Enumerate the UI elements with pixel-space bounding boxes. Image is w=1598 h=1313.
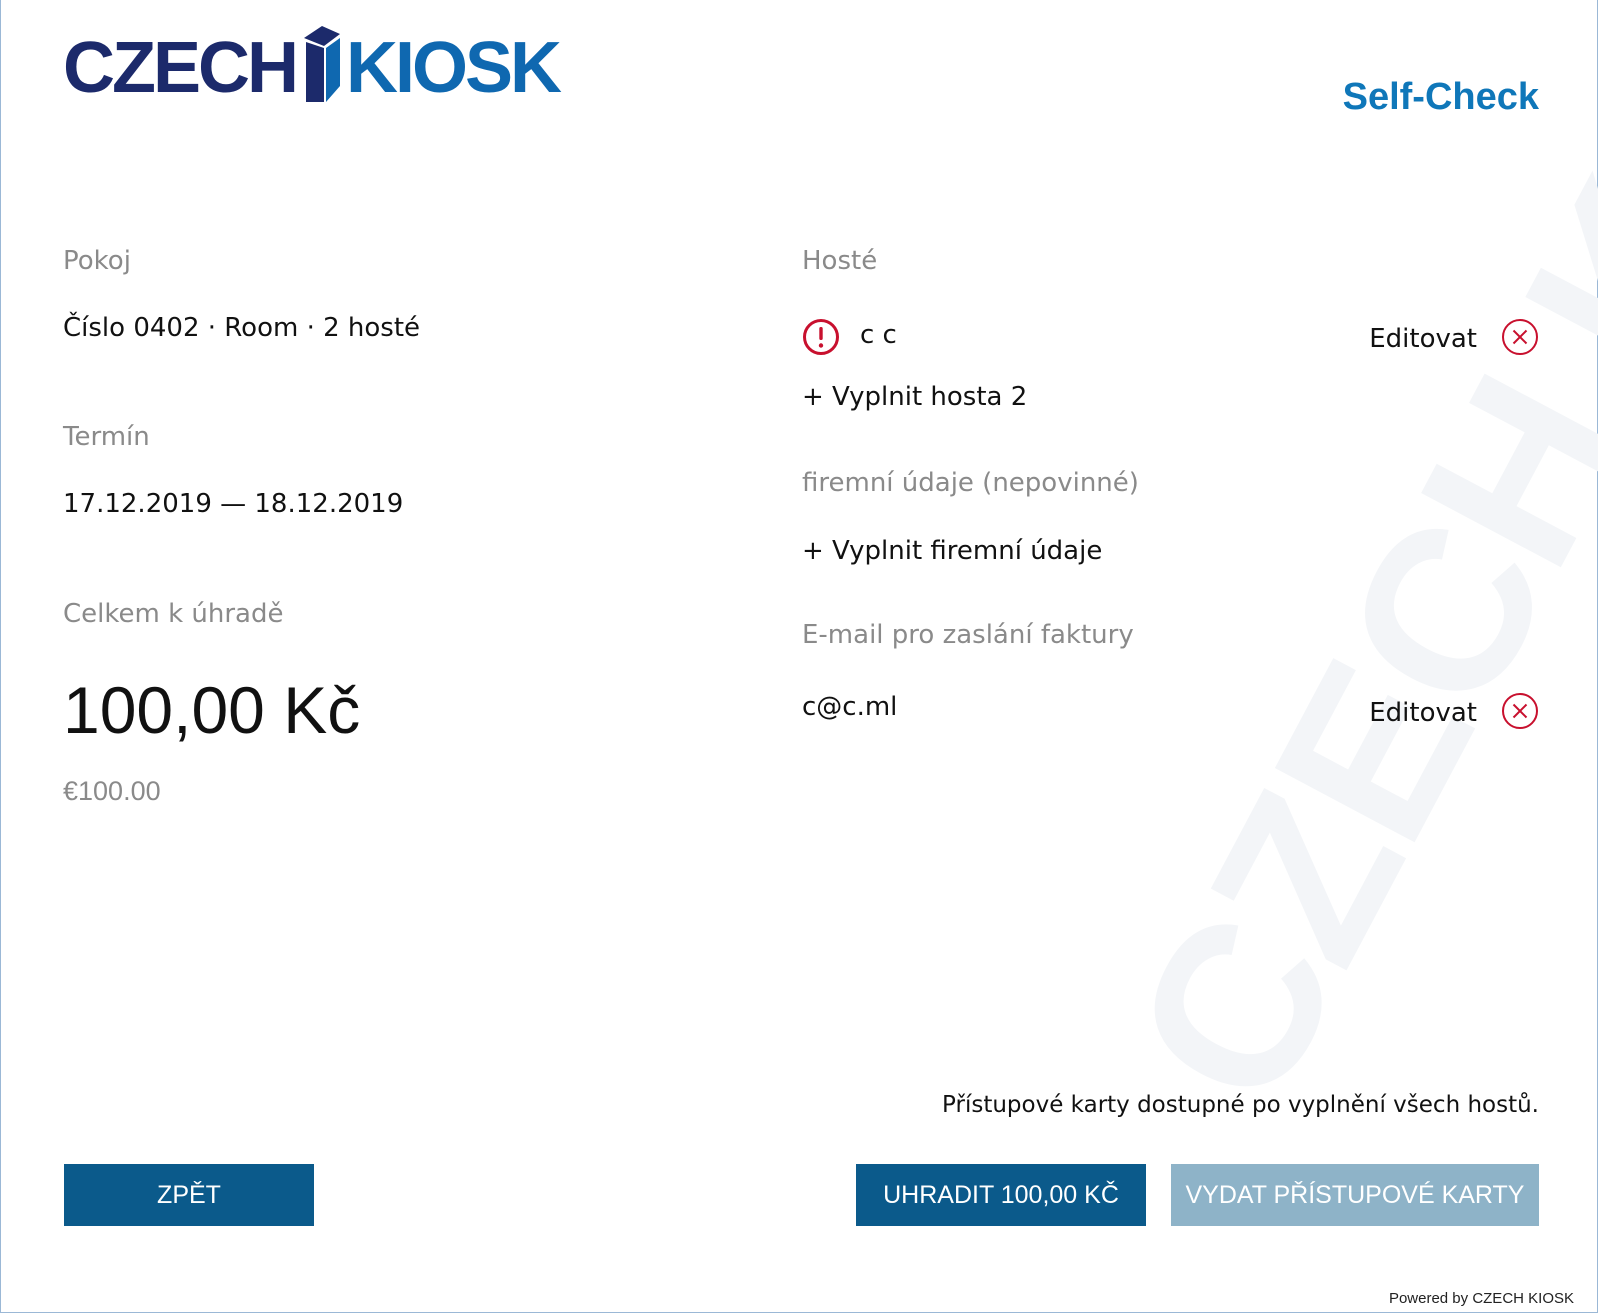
add-guest-button[interactable]: + Vyplnit hosta 2: [802, 382, 1027, 412]
term-value: 17.12.2019 — 18.12.2019: [63, 489, 404, 519]
add-company-button[interactable]: + Vyplnit firemní údaje: [802, 536, 1102, 566]
powered-by-footer: Powered by CZECH KIOSK: [1388, 1290, 1574, 1307]
close-circle-icon[interactable]: [1501, 692, 1539, 730]
edit-guest-button[interactable]: Editovat: [1369, 324, 1477, 354]
company-label: firemní údaje (nepovinné): [802, 468, 1139, 498]
guest-name: c c: [860, 320, 897, 350]
edit-email-button[interactable]: Editovat: [1369, 698, 1477, 728]
invoice-email-label: E-mail pro zaslání faktury: [802, 620, 1134, 650]
kiosk-logo-icon: [304, 26, 340, 102]
guest-row: c c Editovat: [802, 318, 1539, 360]
invoice-email-value: c@c.ml: [802, 692, 898, 722]
access-cards-notice: Přístupové karty dostupné po vyplnění vš…: [942, 1092, 1539, 1118]
total-amount: 100,00 Kč: [63, 673, 361, 747]
room-value: Číslo 0402 · Room · 2 hosté: [63, 313, 421, 343]
invoice-email-row: c@c.ml Editovat: [802, 692, 1539, 734]
logo-text-czech: CZECH: [63, 28, 299, 108]
guests-label: Hosté: [802, 246, 878, 276]
logo: CZECH KIOSK: [63, 22, 562, 108]
close-circle-icon[interactable]: [1501, 318, 1539, 356]
term-label: Termín: [63, 422, 150, 452]
warning-icon: [803, 319, 839, 355]
issue-cards-button[interactable]: VYDAT PŘÍSTUPOVÉ KARTY: [1171, 1164, 1539, 1226]
total-label: Celkem k úhradě: [63, 599, 284, 629]
page-title: Self-Check: [1342, 76, 1539, 118]
logo-text-kiosk: KIOSK: [346, 28, 562, 108]
total-amount-eur: €100.00: [63, 776, 161, 806]
room-label: Pokoj: [63, 246, 131, 276]
pay-button[interactable]: UHRADIT 100,00 KČ: [856, 1164, 1146, 1226]
back-button[interactable]: ZPĚT: [64, 1164, 314, 1226]
